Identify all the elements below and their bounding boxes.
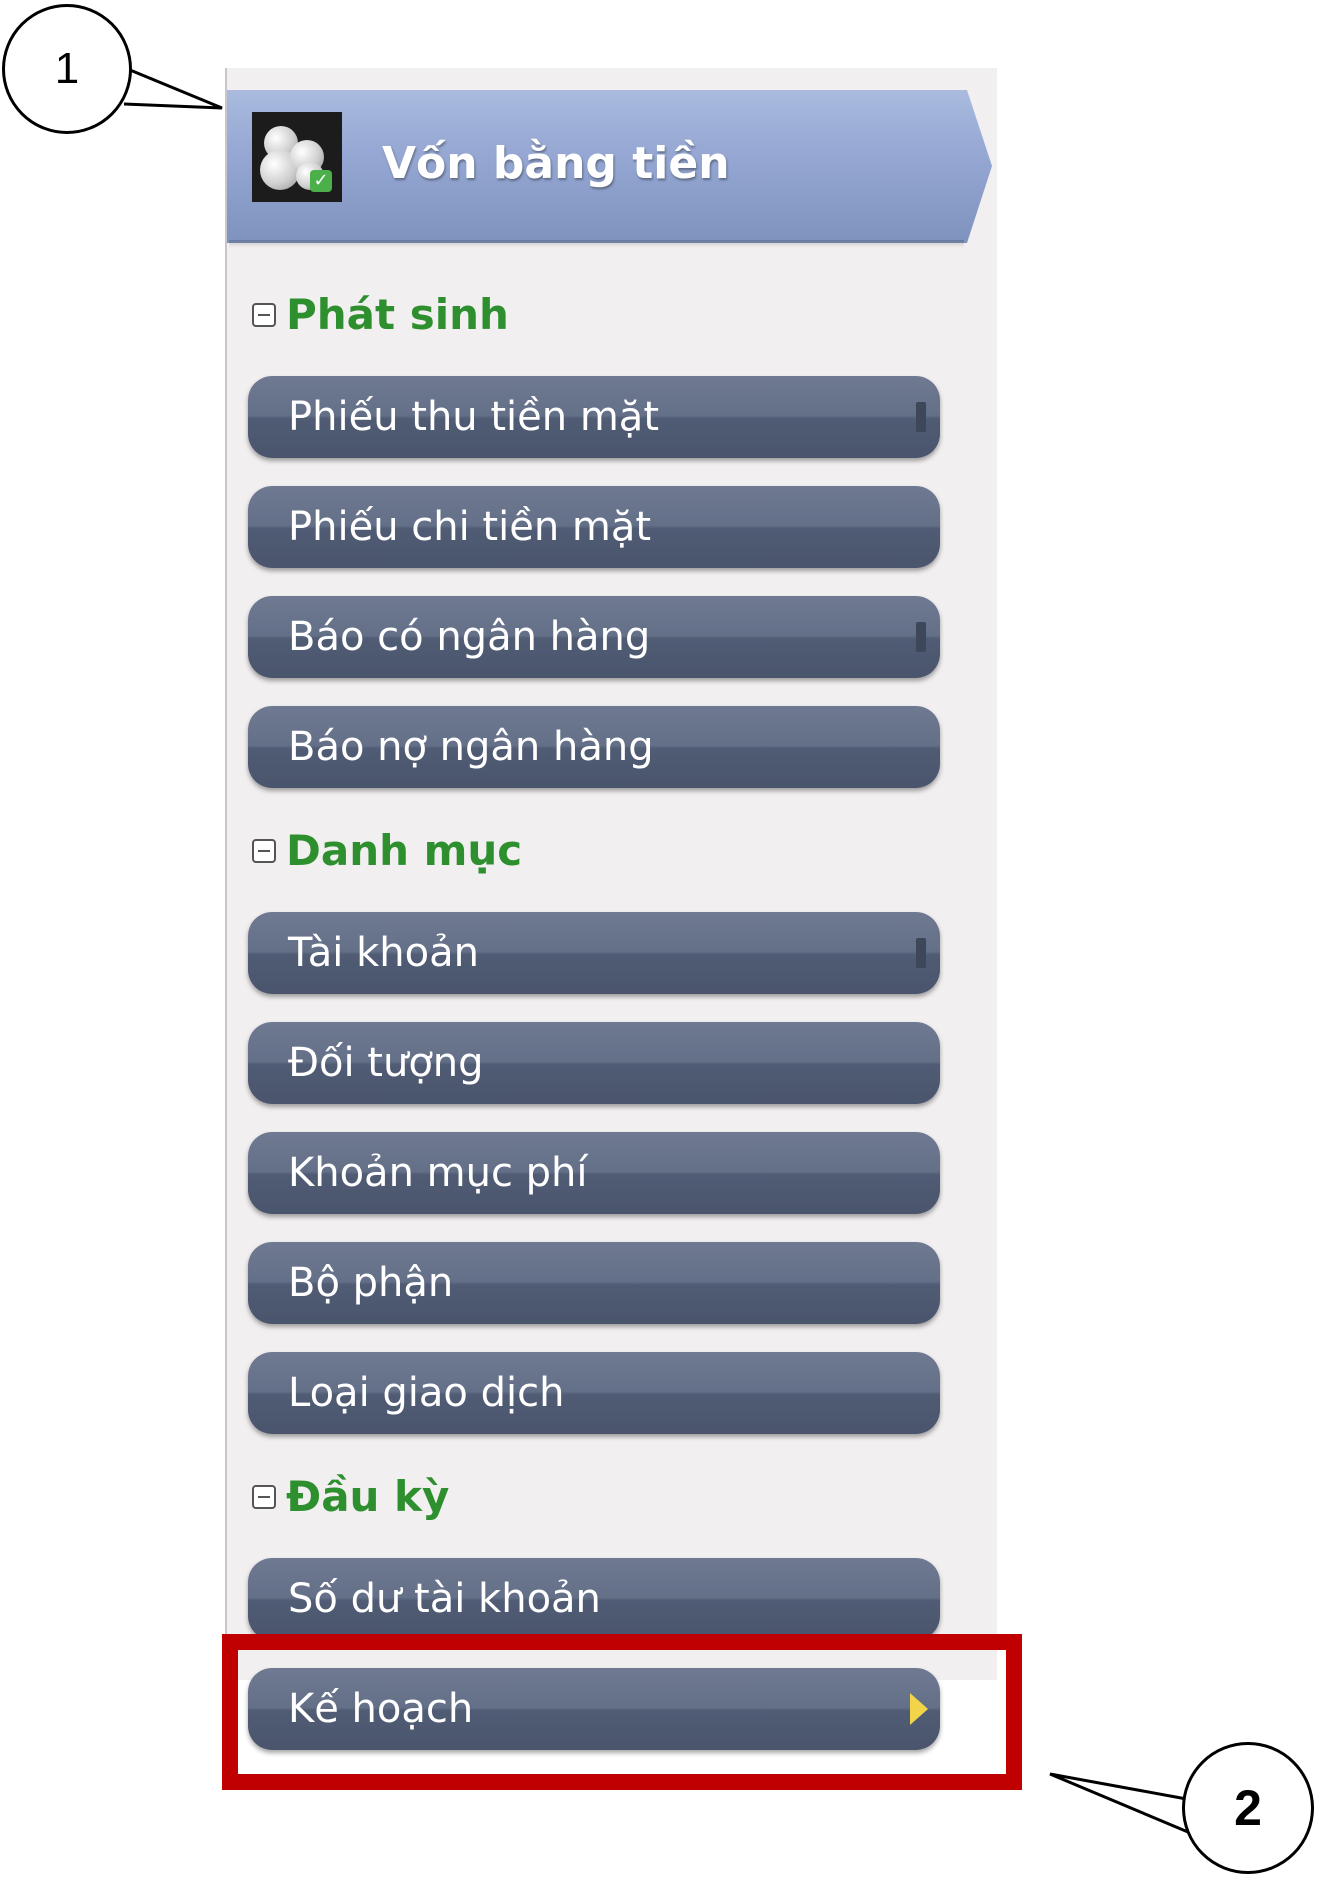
collapse-icon[interactable] <box>252 838 276 863</box>
menu-item-label: Khoản mục phí <box>288 1150 588 1196</box>
menu-item-phieu-thu-tien-mat[interactable]: Phiếu thu tiền mặt <box>248 376 940 458</box>
section-label: Đầu kỳ <box>286 1472 450 1521</box>
module-title: Vốn bằng tiền <box>382 138 730 189</box>
menu-item-phieu-chi-tien-mat[interactable]: Phiếu chi tiền mặt <box>248 486 940 568</box>
menu-item-label: Báo có ngân hàng <box>288 614 651 660</box>
coins-stack-icon: ✓ <box>252 112 342 202</box>
callout-1: 1 <box>2 4 132 134</box>
callout-number: 1 <box>54 44 80 93</box>
menu-item-tai-khoan[interactable]: Tài khoản <box>248 912 940 994</box>
section-danh-muc[interactable]: Danh mục <box>252 826 522 875</box>
menu-item-label: Phiếu thu tiền mặt <box>288 394 659 440</box>
callout-number: 2 <box>1234 1780 1262 1836</box>
section-dau-ky[interactable]: Đầu kỳ <box>252 1472 449 1521</box>
menu-item-khoan-muc-phi[interactable]: Khoản mục phí <box>248 1132 940 1214</box>
menu-item-label: Số dư tài khoản <box>288 1576 601 1622</box>
highlight-box <box>222 1634 1022 1790</box>
submenu-grip-icon <box>916 938 926 968</box>
menu-item-loai-giao-dich[interactable]: Loại giao dịch <box>248 1352 940 1434</box>
submenu-grip-icon <box>916 402 926 432</box>
module-header-shadow <box>229 240 964 248</box>
submenu-grip-icon <box>916 622 926 652</box>
menu-item-label: Loại giao dịch <box>288 1370 565 1416</box>
collapse-icon[interactable] <box>252 1484 276 1509</box>
section-label: Danh mục <box>286 826 523 875</box>
menu-item-bo-phan[interactable]: Bộ phận <box>248 1242 940 1324</box>
menu-item-label: Tài khoản <box>288 930 479 976</box>
menu-item-bao-no-ngan-hang[interactable]: Báo nợ ngân hàng <box>248 706 940 788</box>
section-label: Phát sinh <box>286 290 509 339</box>
menu-item-label: Bộ phận <box>288 1260 454 1306</box>
menu-item-label: Đối tượng <box>288 1040 484 1086</box>
menu-item-doi-tuong[interactable]: Đối tượng <box>248 1022 940 1104</box>
collapse-icon[interactable] <box>252 302 276 327</box>
menu-item-bao-co-ngan-hang[interactable]: Báo có ngân hàng <box>248 596 940 678</box>
check-icon: ✓ <box>310 170 332 192</box>
menu-item-so-du-tai-khoan[interactable]: Số dư tài khoản <box>248 1558 940 1640</box>
menu-item-label: Phiếu chi tiền mặt <box>288 504 652 550</box>
callout-2: 2 <box>1182 1742 1314 1874</box>
menu-item-label: Báo nợ ngân hàng <box>288 724 654 770</box>
section-phat-sinh[interactable]: Phát sinh <box>252 290 509 339</box>
